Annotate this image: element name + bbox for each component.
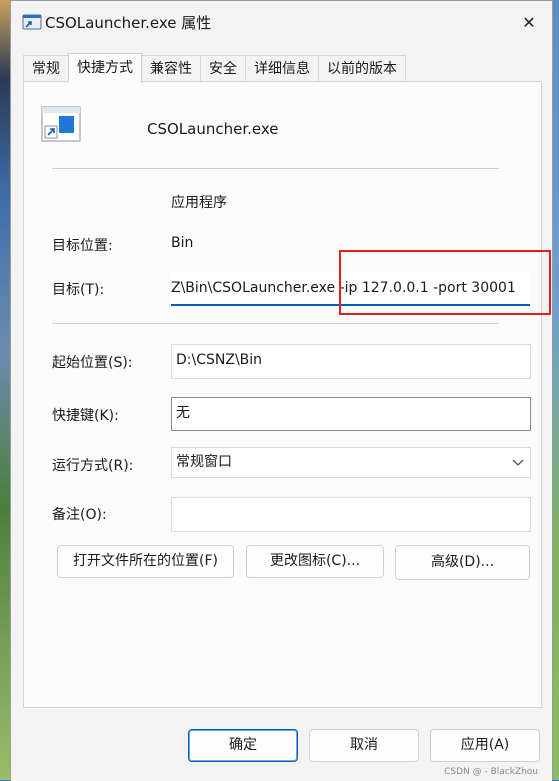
tab-compatibility[interactable]: 兼容性 bbox=[141, 55, 201, 82]
properties-dialog: CSOLauncher.exe 属性 ✕ 常规 快捷方式 兼容性 安全 详细信息… bbox=[10, 0, 553, 781]
comment-label: 备注(O): bbox=[52, 507, 107, 523]
tab-previous-versions[interactable]: 以前的版本 bbox=[318, 55, 406, 82]
shortcut-app-icon bbox=[41, 106, 81, 142]
ok-button[interactable]: 确定 bbox=[188, 729, 298, 762]
tab-shortcut[interactable]: 快捷方式 bbox=[68, 53, 142, 83]
target-location-label: 目标位置: bbox=[52, 238, 113, 254]
advanced-button[interactable]: 高级(D)... bbox=[395, 545, 530, 580]
desktop-background-right bbox=[553, 0, 559, 780]
title-bar: CSOLauncher.exe 属性 ✕ bbox=[11, 1, 552, 43]
apply-button[interactable]: 应用(A) bbox=[430, 729, 540, 762]
target-location-value: Bin bbox=[171, 235, 194, 251]
run-mode-value: 常规窗口 bbox=[176, 454, 232, 470]
tab-security[interactable]: 安全 bbox=[200, 55, 246, 82]
file-name: CSOLauncher.exe bbox=[147, 120, 279, 138]
start-in-label: 起始位置(S): bbox=[52, 355, 133, 371]
hotkey-text: 无 bbox=[176, 405, 190, 421]
hotkey-label: 快捷键(K): bbox=[52, 408, 119, 424]
target-input[interactable]: Z\Bin\CSOLauncher.exe -ip 127.0.0.1 -por… bbox=[171, 272, 530, 306]
target-label: 目标(T): bbox=[52, 282, 105, 298]
chevron-down-icon bbox=[512, 459, 524, 466]
target-type-value: 应用程序 bbox=[171, 195, 227, 211]
window-title: CSOLauncher.exe 属性 bbox=[45, 14, 212, 32]
tab-details[interactable]: 详细信息 bbox=[245, 55, 319, 82]
tab-general[interactable]: 常规 bbox=[23, 55, 69, 82]
open-file-location-button[interactable]: 打开文件所在的位置(F) bbox=[57, 545, 234, 578]
run-mode-select[interactable]: 常规窗口 bbox=[171, 447, 531, 478]
watermark: CSDN @ - BlackZhou bbox=[444, 767, 538, 777]
hotkey-input[interactable]: 无 bbox=[171, 397, 531, 431]
app-window-icon bbox=[22, 14, 42, 30]
shortcut-panel: CSOLauncher.exe 应用程序 目标位置: Bin 目标(T): Z\… bbox=[23, 81, 551, 708]
close-icon: ✕ bbox=[522, 12, 536, 32]
divider-top bbox=[52, 168, 499, 169]
tab-strip: 常规 快捷方式 兼容性 安全 详细信息 以前的版本 bbox=[23, 53, 406, 83]
dialog-footer: 确定 取消 应用(A) CSDN @ - BlackZhou bbox=[11, 708, 552, 781]
close-button[interactable]: ✕ bbox=[506, 1, 552, 43]
comment-input[interactable] bbox=[171, 497, 531, 532]
cancel-button[interactable]: 取消 bbox=[309, 729, 419, 762]
start-in-input[interactable]: D:\CSNZ\Bin bbox=[171, 344, 531, 379]
change-icon-button[interactable]: 更改图标(C)... bbox=[246, 545, 384, 578]
start-in-text: D:\CSNZ\Bin bbox=[176, 352, 263, 368]
run-label: 运行方式(R): bbox=[52, 458, 134, 474]
divider-middle bbox=[52, 323, 499, 324]
target-input-text: Z\Bin\CSOLauncher.exe -ip 127.0.0.1 -por… bbox=[171, 280, 516, 296]
desktop-background-left bbox=[0, 0, 10, 780]
